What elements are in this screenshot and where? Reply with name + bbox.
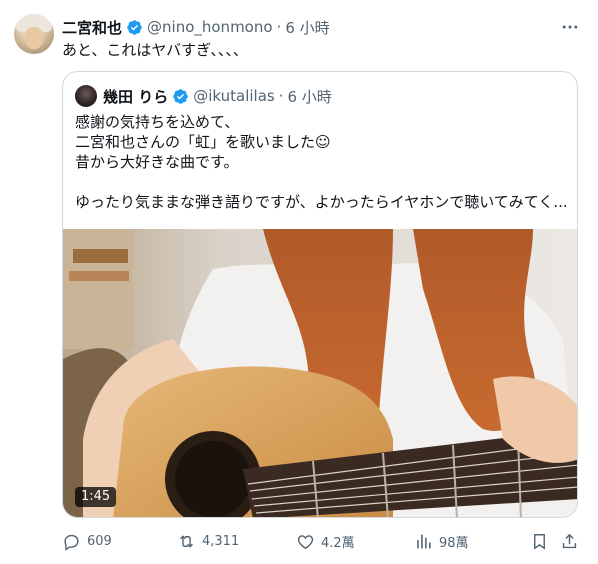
author-avatar[interactable] xyxy=(14,14,54,54)
action-bar: 609 4,311 4.2萬 98萬 xyxy=(62,529,582,553)
author-name[interactable]: 二宮和也 xyxy=(62,17,122,38)
like-icon xyxy=(297,534,314,549)
quoted-author-avatar[interactable] xyxy=(75,85,97,107)
quoted-text-line: ゆったり気ままな弾き語りですが、よかったらイヤホンで聴いてみてく... xyxy=(75,193,568,211)
more-icon[interactable] xyxy=(560,17,580,37)
quoted-text-line: 二宮和也さんの「虹」を歌いました☺ xyxy=(75,133,331,151)
views-button[interactable]: 98萬 xyxy=(414,529,469,553)
separator-dot: · xyxy=(278,87,284,105)
verified-icon xyxy=(127,19,142,35)
reply-icon xyxy=(64,534,79,551)
reply-button[interactable]: 609 xyxy=(62,529,112,553)
quoted-tweet-header: 幾田 りら @ikutalilas · 6 小時 xyxy=(103,86,332,106)
author-handle[interactable]: @nino_honmono xyxy=(147,18,273,36)
quoted-text-line: 昔から大好きな曲です。 xyxy=(75,153,239,171)
retweet-icon xyxy=(180,534,193,548)
tweet-text: あと、これはヤバすぎ、、、、 xyxy=(62,41,248,59)
quoted-author-handle[interactable]: @ikutalilas xyxy=(193,87,274,105)
quoted-tweet[interactable]: 幾田 りら @ikutalilas · 6 小時 感謝の気持ちを込めて、 二宮和… xyxy=(62,71,578,518)
retweet-button[interactable]: 4,311 xyxy=(177,529,239,553)
share-icon xyxy=(562,533,577,548)
quoted-text-line xyxy=(75,172,569,192)
like-count: 4.2萬 xyxy=(321,535,355,551)
retweet-count: 4,311 xyxy=(202,533,240,549)
views-count: 98萬 xyxy=(439,535,469,551)
video-player[interactable]: 1:45 xyxy=(63,229,577,517)
verified-icon xyxy=(173,88,188,104)
tweet-header: 二宮和也 @nino_honmono · 6 小時 xyxy=(62,16,330,38)
quoted-text-line: 感謝の気持ちを込めて、 xyxy=(75,113,240,131)
views-icon xyxy=(417,533,431,549)
bookmark-button[interactable] xyxy=(530,529,549,553)
separator-dot: · xyxy=(276,18,282,36)
quoted-tweet-text: 感謝の気持ちを込めて、 二宮和也さんの「虹」を歌いました☺ 昔から大好きな曲です… xyxy=(75,112,569,212)
tweet[interactable]: 二宮和也 @nino_honmono · 6 小時 あと、これはヤバすぎ、、、、… xyxy=(0,0,598,564)
bookmark-icon xyxy=(534,533,545,550)
tweet-time[interactable]: 6 小時 xyxy=(285,17,329,38)
quoted-author-name[interactable]: 幾田 りら xyxy=(103,86,168,107)
like-button[interactable]: 4.2萬 xyxy=(296,529,355,553)
reply-count: 609 xyxy=(87,533,112,549)
share-button[interactable] xyxy=(560,529,579,553)
video-thumbnail xyxy=(63,229,577,517)
video-duration: 1:45 xyxy=(75,487,117,507)
quoted-tweet-time[interactable]: 6 小時 xyxy=(288,86,332,107)
